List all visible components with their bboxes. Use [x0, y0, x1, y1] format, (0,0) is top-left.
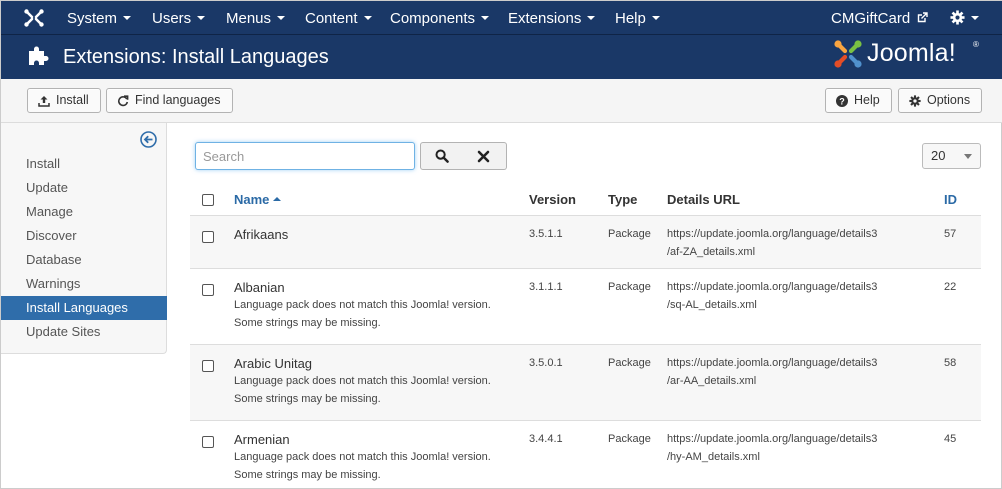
version-warning: Language pack does not match this Joomla…: [234, 451, 491, 481]
menu-users[interactable]: Users: [152, 1, 206, 35]
select-all-checkbox[interactable]: [202, 194, 214, 206]
menu-menus[interactable]: Menus: [226, 1, 286, 35]
type-cell: Package: [608, 357, 651, 369]
list-limit-value: 20: [931, 148, 946, 163]
clear-button[interactable]: [463, 142, 507, 170]
sidebar-item-install-languages[interactable]: Install Languages: [1, 296, 167, 320]
arrow-left-circle-icon[interactable]: [140, 131, 157, 148]
svg-text:?: ?: [839, 96, 845, 106]
type-cell: Package: [608, 228, 651, 240]
url-cell: https://update.joomla.org/language/detai…: [667, 228, 878, 258]
id-cell: 57: [944, 228, 957, 240]
table-row: Albanian Language pack does not match th…: [190, 269, 981, 344]
install-label: Install: [56, 93, 89, 107]
toolbar: Install Find languages ? Help Options: [1, 79, 1002, 123]
joomla-brand-logo-icon: [834, 40, 862, 68]
brand-name: Joomla!: [867, 39, 956, 67]
id-cell: 45: [944, 433, 957, 445]
page-header: Extensions: Install Languages Joomla! ®: [1, 35, 1002, 79]
menu-content[interactable]: Content: [305, 1, 372, 35]
list-limit-select[interactable]: 20: [922, 143, 981, 169]
refresh-icon: [118, 95, 129, 106]
search-input[interactable]: [195, 142, 415, 170]
sidebar-item-install[interactable]: Install: [1, 152, 167, 176]
help-button[interactable]: ? Help: [825, 88, 892, 113]
close-icon: [477, 150, 490, 163]
menu-system[interactable]: System: [67, 1, 132, 35]
caret-down-icon: [363, 16, 372, 21]
sidebar-item-discover[interactable]: Discover: [1, 224, 167, 248]
options-button[interactable]: Options: [898, 88, 982, 113]
sidebar-item-update-sites[interactable]: Update Sites: [1, 320, 167, 344]
find-languages-label: Find languages: [135, 93, 221, 107]
puzzle-piece-icon: [29, 46, 49, 65]
sidebar-item-manage[interactable]: Manage: [1, 200, 167, 224]
menu-extensions[interactable]: Extensions: [508, 1, 596, 35]
external-link-icon: [918, 12, 929, 23]
search-icon: [435, 149, 449, 163]
language-name: Afrikaans: [234, 227, 289, 242]
site-link[interactable]: CMGiftCard: [831, 1, 929, 35]
question-circle-icon: ?: [836, 94, 848, 107]
version-cell: 3.4.4.1: [529, 433, 563, 445]
settings-menu[interactable]: [950, 1, 979, 35]
url-cell: https://update.joomla.org/language/detai…: [667, 281, 878, 311]
row-checkbox[interactable]: [202, 284, 214, 296]
column-header-id[interactable]: ID: [944, 192, 957, 207]
page-title: Extensions: Install Languages: [63, 46, 329, 68]
table-row: Afrikaans 3.5.1.1 Package https://update…: [190, 216, 981, 268]
caret-down-icon: [197, 16, 206, 21]
table-row: Armenian Language pack does not match th…: [190, 421, 981, 489]
sidebar-item-warnings[interactable]: Warnings: [1, 272, 167, 296]
table-row: Arabic Unitag Language pack does not mat…: [190, 345, 981, 420]
id-cell: 58: [944, 357, 957, 369]
language-name: Armenian: [234, 432, 290, 447]
caret-down-icon: [587, 16, 596, 21]
gear-icon: [909, 95, 921, 107]
top-navbar: System Users Menus Content Components Ex…: [1, 1, 1002, 35]
row-checkbox[interactable]: [202, 360, 214, 372]
version-cell: 3.5.1.1: [529, 228, 563, 240]
caret-down-icon: [277, 16, 286, 21]
sort-ascending-icon: [273, 197, 282, 202]
version-warning: Language pack does not match this Joomla…: [234, 375, 491, 405]
id-cell: 22: [944, 281, 957, 293]
row-checkbox[interactable]: [202, 231, 214, 243]
search-button[interactable]: [420, 142, 464, 170]
caret-down-icon: [481, 16, 490, 21]
caret-down-icon: [123, 16, 132, 21]
install-button[interactable]: Install: [27, 88, 101, 113]
find-languages-button[interactable]: Find languages: [106, 88, 233, 113]
version-cell: 3.1.1.1: [529, 281, 563, 293]
registered-mark: ®: [973, 40, 979, 49]
caret-down-icon: [971, 16, 979, 21]
column-header-version: Version: [529, 192, 576, 207]
menu-components[interactable]: Components: [390, 1, 490, 35]
caret-down-icon: [651, 16, 660, 21]
column-header-name[interactable]: Name: [234, 192, 282, 207]
row-checkbox[interactable]: [202, 436, 214, 448]
type-cell: Package: [608, 433, 651, 445]
version-cell: 3.5.0.1: [529, 357, 563, 369]
sidebar: Install Update Manage Discover Database …: [1, 123, 167, 354]
joomla-logo-icon[interactable]: [23, 8, 45, 28]
type-cell: Package: [608, 281, 651, 293]
url-cell: https://update.joomla.org/language/detai…: [667, 433, 878, 463]
chevron-down-icon: [964, 154, 972, 159]
upload-icon: [38, 95, 50, 107]
sidebar-item-update[interactable]: Update: [1, 176, 167, 200]
options-label: Options: [927, 93, 971, 107]
sidebar-item-database[interactable]: Database: [1, 248, 167, 272]
menu-help[interactable]: Help: [615, 1, 660, 35]
help-label: Help: [854, 93, 880, 107]
column-header-type: Type: [608, 192, 638, 207]
gear-icon: [950, 10, 965, 25]
version-warning: Language pack does not match this Joomla…: [234, 299, 491, 329]
column-header-details-url: Details URL: [667, 192, 740, 207]
language-name: Arabic Unitag: [234, 356, 313, 371]
language-name: Albanian: [234, 280, 285, 295]
url-cell: https://update.joomla.org/language/detai…: [667, 357, 878, 387]
